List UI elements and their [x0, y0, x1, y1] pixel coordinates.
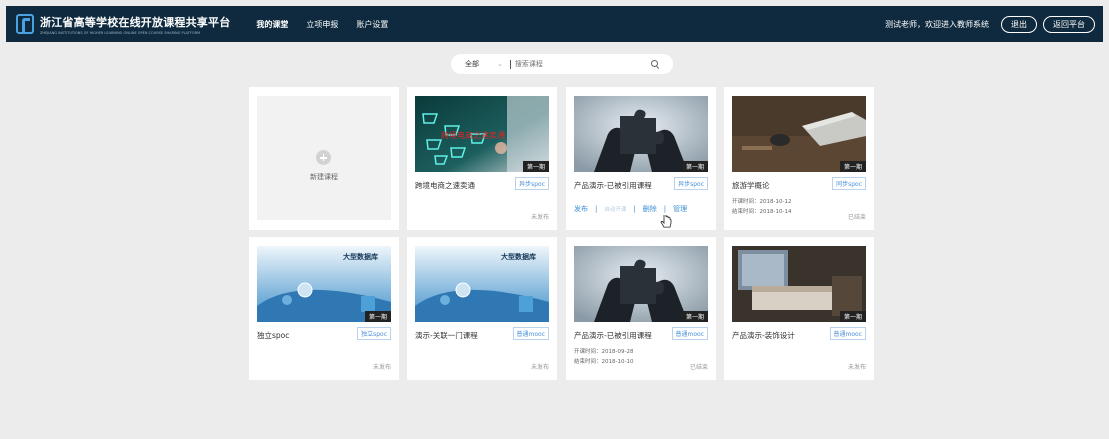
action-separator: |: [663, 205, 667, 213]
new-course-card[interactable]: 新建课程: [249, 87, 399, 230]
chevron-down-icon[interactable]: ⌄: [497, 60, 503, 68]
new-course-box[interactable]: 新建课程: [257, 96, 391, 220]
course-card[interactable]: 第一期 旅游学概论 同步spoc 开课时间：2018-10-12 结束时间：20…: [724, 87, 874, 230]
period-badge: 第一期: [839, 161, 866, 172]
course-thumbnail[interactable]: 第一期: [732, 246, 866, 322]
search-divider: [509, 59, 511, 69]
action-separator: |: [633, 205, 636, 213]
course-status: 未发布: [530, 214, 549, 221]
course-title[interactable]: 演示-关联一门课程: [415, 330, 478, 341]
course-type-badge: 普通mooc: [829, 327, 866, 340]
course-type-badge: 异步spoc: [515, 177, 549, 190]
period-badge: 第一期: [364, 311, 391, 322]
thumbnail-overlay-text: 大型数据库: [501, 253, 536, 261]
course-thumbnail[interactable]: 大型数据库 第一期: [257, 246, 391, 322]
nav-project-application[interactable]: 立项申报: [306, 19, 338, 30]
logo-subtitle: ZHEJIANG INSTITUTIONS OF HIGHER LEARNING…: [40, 30, 201, 35]
delete-button[interactable]: 删除: [643, 204, 657, 214]
top-navbar: 浙江省高等学校在线开放课程共享平台 ZHEJIANG INSTITUTIONS …: [6, 6, 1103, 42]
thumbnail-overlay-text: 大型数据库: [343, 253, 378, 261]
nav-account-settings[interactable]: 账户设置: [356, 19, 388, 30]
course-card[interactable]: 第一期 产品演示-已被引用课程 异步spoc 发布 | 自动开课 | 删除 | …: [566, 87, 716, 230]
publish-button[interactable]: 发布: [574, 204, 588, 214]
course-thumbnail[interactable]: 第一期: [574, 96, 708, 172]
course-thumbnail[interactable]: 第一期: [732, 96, 866, 172]
search-icon[interactable]: [651, 60, 659, 68]
manage-button[interactable]: 管理: [673, 204, 687, 214]
course-dates: 开课时间：2018-09-28 结束时间：2018-10-10: [574, 347, 633, 367]
logout-button[interactable]: 退出: [1001, 15, 1037, 33]
course-title[interactable]: 产品演示-已被引用课程: [574, 330, 652, 341]
course-title[interactable]: 跨境电商之速卖通: [415, 180, 475, 191]
new-course-label: 新建课程: [310, 173, 338, 181]
welcome-text: 测试老师，欢迎进入教师系统: [885, 19, 989, 29]
course-title[interactable]: 产品演示-装饰设计: [732, 330, 795, 341]
course-thumbnail[interactable]: 大型数据库: [415, 246, 549, 322]
plus-circle-icon[interactable]: [316, 150, 331, 165]
user-area: 测试老师，欢迎进入教师系统 退出 返回平台: [885, 15, 1095, 33]
nav-my-classroom[interactable]: 我的课堂: [256, 19, 288, 30]
end-date: 结束时间：2018-10-14: [732, 209, 792, 215]
course-status: 未发布: [530, 364, 549, 371]
course-thumbnail[interactable]: 跨境电商之速卖通 第一期: [415, 96, 549, 172]
start-date: 开课时间：2018-10-12: [732, 199, 792, 205]
course-thumbnail[interactable]: 第一期: [574, 246, 708, 322]
action-separator: |: [595, 205, 598, 213]
course-type-badge: 同步spoc: [832, 177, 866, 190]
course-status: 已结束: [689, 364, 708, 371]
course-status: 已结束: [847, 214, 866, 221]
main-nav: 我的课堂 立项申报 账户设置: [256, 19, 406, 30]
end-date: 结束时间：2018-10-10: [574, 359, 634, 365]
course-title[interactable]: 独立spoc: [257, 330, 289, 341]
course-status: 未发布: [372, 364, 391, 371]
logo-title: 浙江省高等学校在线开放课程共享平台: [40, 15, 231, 29]
course-type-badge: 普通mooc: [671, 327, 708, 340]
course-type-badge: 异步spoc: [674, 177, 708, 190]
course-type-badge: 普通mooc: [512, 327, 549, 340]
period-badge: 第一期: [681, 161, 708, 172]
course-dates: 开课时间：2018-10-12 结束时间：2018-10-14: [732, 197, 791, 217]
logo-icon: [16, 14, 34, 34]
course-type-badge: 独立spoc: [357, 327, 391, 340]
course-status: 未发布: [847, 364, 866, 371]
period-badge: 第一期: [522, 161, 549, 172]
course-card[interactable]: 跨境电商之速卖通 第一期 跨境电商之速卖通 异步spoc 未发布: [407, 87, 557, 230]
course-card[interactable]: 第一期 产品演示-装饰设计 普通mooc 未发布: [724, 237, 874, 380]
course-card[interactable]: 大型数据库 演示-关联一门课程 普通mooc 未发布: [407, 237, 557, 380]
search-input[interactable]: [514, 60, 635, 68]
course-search-bar: 全部 ⌄: [451, 54, 673, 74]
period-badge: 第一期: [839, 311, 866, 322]
period-badge: 第一期: [681, 311, 708, 322]
auto-open-button[interactable]: 自动开课: [604, 205, 626, 213]
course-card[interactable]: 大型数据库 第一期 独立spoc 独立spoc 未发布: [249, 237, 399, 380]
course-card[interactable]: 第一期 产品演示-已被引用课程 普通mooc 开课时间：2018-09-28 结…: [566, 237, 716, 380]
back-to-platform-button[interactable]: 返回平台: [1043, 15, 1095, 33]
thumbnail-overlay-text: 跨境电商之速卖通: [441, 131, 505, 140]
course-actions: 发布 | 自动开课 | 删除 | 管理: [574, 204, 687, 214]
platform-logo[interactable]: 浙江省高等学校在线开放课程共享平台 ZHEJIANG INSTITUTIONS …: [16, 14, 230, 35]
search-scope-select[interactable]: 全部: [465, 59, 479, 69]
course-title[interactable]: 旅游学概论: [732, 180, 770, 191]
start-date: 开课时间：2018-09-28: [574, 349, 634, 355]
hand-cursor-icon: [660, 215, 672, 228]
course-title[interactable]: 产品演示-已被引用课程: [574, 180, 652, 191]
